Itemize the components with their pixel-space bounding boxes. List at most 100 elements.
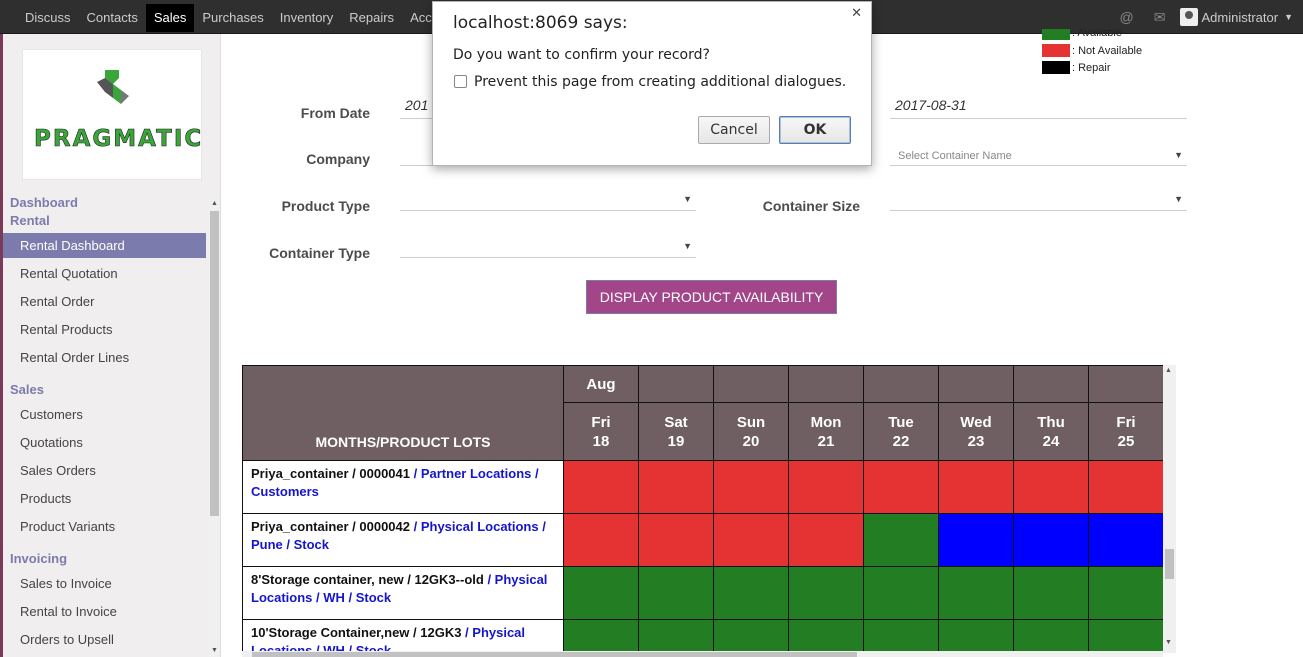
availability-cell[interactable] <box>1013 460 1089 514</box>
sidebar-item-product-variants[interactable]: Product Variants <box>3 514 206 539</box>
ok-button[interactable]: OK <box>779 116 851 144</box>
availability-cell[interactable] <box>638 619 714 653</box>
availability-cell[interactable] <box>563 460 639 514</box>
availability-cell[interactable] <box>563 566 639 620</box>
grid-scrollbar[interactable]: ▲ ▼ <box>1163 365 1176 653</box>
day-number: 23 <box>967 432 985 450</box>
day-of-week: Mon <box>810 413 842 431</box>
availability-cell[interactable] <box>638 460 714 514</box>
display-availability-button[interactable]: DISPLAY PRODUCT AVAILABILITY <box>586 280 837 314</box>
menu-item-contacts[interactable]: Contacts <box>79 4 146 32</box>
day-number: 18 <box>592 432 610 450</box>
menu-item-inventory[interactable]: Inventory <box>272 4 341 32</box>
prevent-dialogs-checkbox[interactable] <box>454 75 467 88</box>
availability-cell[interactable] <box>863 513 939 567</box>
menu-item-discuss[interactable]: Discuss <box>17 4 79 32</box>
sidebar-item-orders-to-upsell[interactable]: Orders to Upsell <box>3 627 206 652</box>
day-number: 19 <box>667 432 685 450</box>
availability-cell[interactable] <box>1088 460 1164 514</box>
to-date-field[interactable]: 2017-08-31 <box>890 95 1187 119</box>
sidebar-item-rental-products[interactable]: Rental Products <box>3 317 206 342</box>
user-menu-label[interactable]: Administrator <box>1202 10 1279 25</box>
logo-text: PRAGMATIC <box>34 126 204 153</box>
section-rental[interactable]: Rental <box>10 213 50 228</box>
sidebar-item-customers[interactable]: Customers <box>3 402 206 427</box>
table-row: 10'Storage Container,new / 12GK3 / Physi… <box>242 619 1164 653</box>
container-type-select[interactable]: ▼ <box>400 234 696 258</box>
sidebar-item-rental-order[interactable]: Rental Order <box>3 289 206 314</box>
from-date-value: 201 <box>405 97 429 113</box>
availability-cell[interactable] <box>938 566 1014 620</box>
scroll-up-icon[interactable]: ▲ <box>1165 367 1172 374</box>
horizontal-scroll-thumb[interactable] <box>252 652 857 657</box>
availability-cell[interactable] <box>713 619 789 653</box>
availability-cell[interactable] <box>1088 619 1164 653</box>
prevent-dialogs-label[interactable]: Prevent this page from creating addition… <box>474 74 846 90</box>
availability-cell[interactable] <box>788 513 864 567</box>
close-icon[interactable]: ✕ <box>851 5 862 21</box>
day-header: Tue 22 <box>863 402 939 461</box>
day-header: Sat 19 <box>638 402 714 461</box>
availability-cell[interactable] <box>863 460 939 514</box>
month-header: Aug <box>563 365 639 403</box>
legend-label-not-available: : Not Available <box>1072 44 1143 57</box>
section-dashboard[interactable]: Dashboard <box>10 195 78 210</box>
dialog-title: localhost:8069 says: <box>453 13 628 33</box>
availability-cell[interactable] <box>863 619 939 653</box>
lot-name: Priya_container / 0000041 <box>251 466 410 481</box>
menu-item-purchases[interactable]: Purchases <box>194 4 271 32</box>
availability-cell[interactable] <box>788 619 864 653</box>
menu-item-sales[interactable]: Sales <box>145 4 195 32</box>
availability-cell[interactable] <box>788 460 864 514</box>
availability-cell[interactable] <box>563 513 639 567</box>
mention-icon[interactable]: @ <box>1120 9 1134 25</box>
avatar[interactable] <box>1179 8 1198 26</box>
availability-cell[interactable] <box>1013 619 1089 653</box>
scroll-up-icon[interactable]: ▲ <box>210 200 219 207</box>
availability-cell[interactable] <box>713 566 789 620</box>
month-header-empty <box>938 365 1014 403</box>
scroll-down-icon[interactable]: ▼ <box>210 647 219 654</box>
product-type-select[interactable]: ▼ <box>400 187 696 211</box>
availability-cell[interactable] <box>713 460 789 514</box>
availability-cell[interactable] <box>863 566 939 620</box>
grid-scroll-thumb[interactable] <box>1165 549 1174 579</box>
availability-cell[interactable] <box>1013 566 1089 620</box>
sidebar-scrollbar[interactable]: ▲ ▼ <box>209 200 220 657</box>
menu-item-repairs[interactable]: Repairs <box>341 4 402 32</box>
sidebar-item-rental-to-invoice[interactable]: Rental to Invoice <box>3 599 206 624</box>
grid-horizontal-scrollbar[interactable] <box>242 651 1163 657</box>
sidebar-item-sales-orders[interactable]: Sales Orders <box>3 458 206 483</box>
sidebar-scroll-thumb[interactable] <box>210 211 219 516</box>
availability-cell[interactable] <box>638 513 714 567</box>
section-sales[interactable]: Sales <box>10 382 44 397</box>
availability-cell[interactable] <box>713 513 789 567</box>
sidebar-item-sales-to-invoice[interactable]: Sales to Invoice <box>3 571 206 596</box>
availability-cell[interactable] <box>938 619 1014 653</box>
chat-icon[interactable]: ✉ <box>1154 9 1166 26</box>
container-size-select[interactable]: ▼ <box>890 187 1187 211</box>
sidebar-item-rental-quotation[interactable]: Rental Quotation <box>3 261 206 286</box>
sidebar-item-products[interactable]: Products <box>3 486 206 511</box>
chevron-down-icon: ▼ <box>683 241 692 251</box>
sidebar-item-quotations[interactable]: Quotations <box>3 430 206 455</box>
container-name-select[interactable]: Select Container Name ▼ <box>890 142 1187 166</box>
availability-cell[interactable] <box>938 513 1014 567</box>
sidebar-item-rental-order-lines[interactable]: Rental Order Lines <box>3 345 206 370</box>
availability-cell[interactable] <box>788 566 864 620</box>
availability-cell[interactable] <box>938 460 1014 514</box>
availability-cell[interactable] <box>638 566 714 620</box>
availability-cell[interactable] <box>1013 513 1089 567</box>
product-lot-cell: Priya_container / 0000042 / Physical Loc… <box>242 513 564 567</box>
day-header: Mon 21 <box>788 402 864 461</box>
chevron-down-icon[interactable]: ▼ <box>1284 12 1293 22</box>
availability-cell[interactable] <box>1088 566 1164 620</box>
sidebar-item-rental-dashboard[interactable]: Rental Dashboard <box>3 233 206 258</box>
availability-cell[interactable] <box>563 619 639 653</box>
section-invoicing[interactable]: Invoicing <box>10 551 67 566</box>
day-of-week: Wed <box>960 413 992 431</box>
availability-cell[interactable] <box>1088 513 1164 567</box>
month-header-empty <box>788 365 864 403</box>
cancel-button[interactable]: Cancel <box>698 116 770 144</box>
scroll-down-icon[interactable]: ▼ <box>1165 639 1172 646</box>
